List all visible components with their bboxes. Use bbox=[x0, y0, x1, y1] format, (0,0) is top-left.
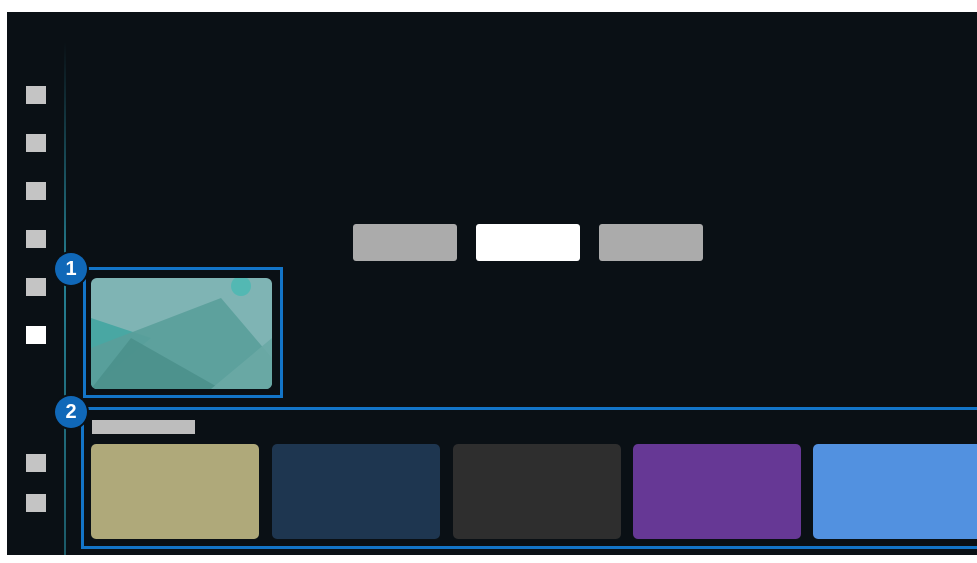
preview-thumbnail[interactable] bbox=[91, 278, 272, 389]
sidebar-item-4[interactable] bbox=[26, 230, 46, 248]
landscape-image-icon bbox=[91, 278, 272, 389]
tab-1[interactable] bbox=[353, 224, 457, 261]
tab-2-selected[interactable] bbox=[476, 224, 580, 261]
sidebar-item-8[interactable] bbox=[26, 494, 46, 512]
content-tile-5[interactable] bbox=[813, 444, 977, 539]
sidebar-item-7[interactable] bbox=[26, 454, 46, 472]
content-tile-4[interactable] bbox=[633, 444, 801, 539]
sidebar-item-5[interactable] bbox=[26, 278, 46, 296]
content-tile-3[interactable] bbox=[453, 444, 621, 539]
content-tile-1[interactable] bbox=[91, 444, 259, 539]
callout-badge-1: 1 bbox=[55, 253, 87, 285]
sidebar-item-3[interactable] bbox=[26, 182, 46, 200]
tv-screen: 1 2 bbox=[7, 12, 977, 555]
sidebar-divider bbox=[64, 42, 66, 555]
sidebar-item-6-selected[interactable] bbox=[26, 326, 46, 344]
tab-3[interactable] bbox=[599, 224, 703, 261]
callout-badge-2: 2 bbox=[55, 396, 87, 428]
sidebar-item-2[interactable] bbox=[26, 134, 46, 152]
row-title-placeholder bbox=[92, 420, 195, 434]
sidebar-item-1[interactable] bbox=[26, 86, 46, 104]
content-tile-2[interactable] bbox=[272, 444, 440, 539]
